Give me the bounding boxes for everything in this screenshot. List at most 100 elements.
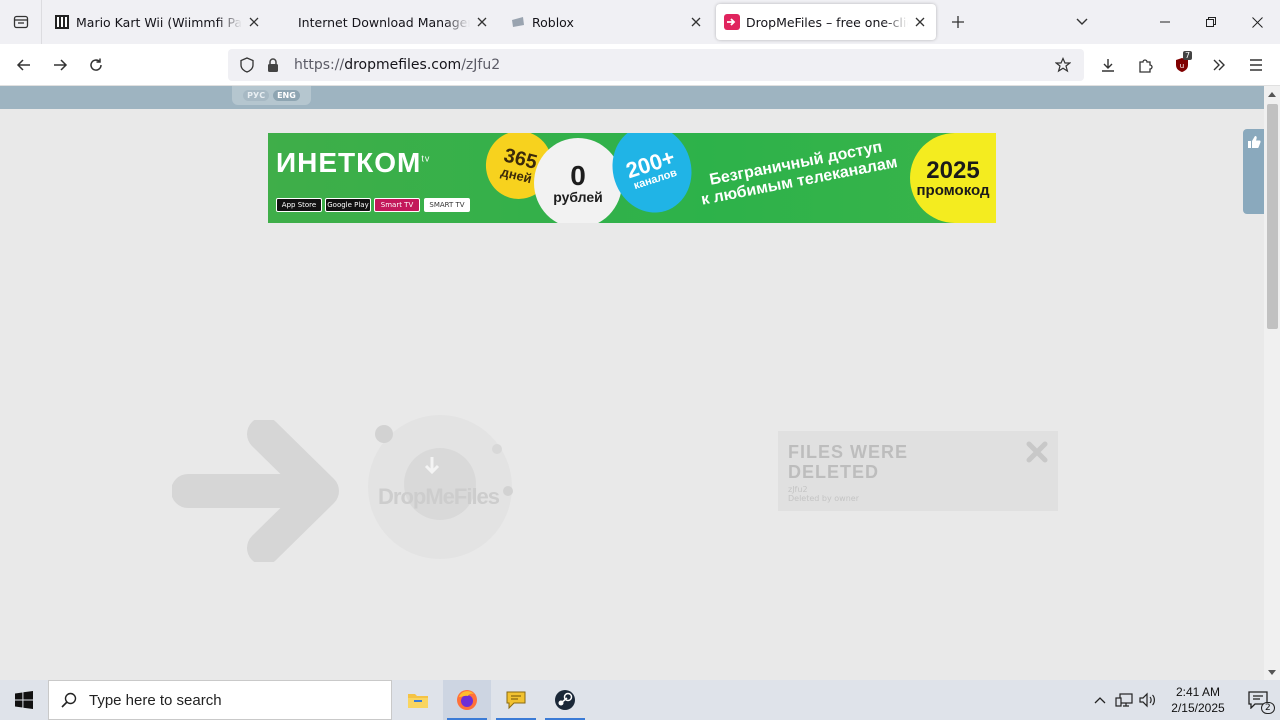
windows-logo-icon bbox=[15, 691, 33, 709]
address-bar[interactable]: https://dropmefiles.com/zJfu2 bbox=[228, 49, 1084, 81]
clock[interactable]: 2:41 AM 2/15/2025 bbox=[1160, 684, 1236, 716]
scrollbar-thumb[interactable] bbox=[1267, 104, 1278, 329]
more-tools-button[interactable] bbox=[1200, 49, 1237, 81]
back-button[interactable] bbox=[6, 49, 42, 81]
back-arrow-icon bbox=[16, 58, 30, 71]
scroll-up-arrow-icon[interactable] bbox=[1264, 86, 1280, 102]
tab-title: Internet Download Manager is a bbox=[298, 14, 470, 30]
banner-brand-name: ИНЕТКОМ bbox=[276, 147, 422, 178]
tab-strip: Mario Kart Wii (Wiimmfi Patche Internet … bbox=[0, 0, 1280, 44]
price-label: рублей bbox=[553, 189, 603, 205]
tab-roblox[interactable]: Roblox bbox=[502, 4, 712, 40]
notifications-button[interactable]: 2 bbox=[1236, 680, 1280, 720]
close-tab-icon[interactable] bbox=[474, 14, 490, 30]
ublock-origin-button[interactable]: u 7 bbox=[1163, 49, 1200, 81]
tab-mario-kart[interactable]: Mario Kart Wii (Wiimmfi Patche bbox=[46, 4, 270, 40]
logo-text-part-1: DropMe bbox=[378, 484, 455, 509]
steam-app[interactable] bbox=[541, 680, 589, 720]
banner-slogan: Безграничный доступ к любимым телеканала… bbox=[696, 136, 899, 210]
extension-badge: 7 bbox=[1183, 51, 1193, 60]
header-strip bbox=[0, 86, 1264, 109]
tracking-protection-shield-icon[interactable] bbox=[236, 54, 258, 76]
plus-icon bbox=[952, 16, 964, 28]
banner-brand: ИНЕТКОМtv bbox=[276, 147, 430, 179]
scroll-down-arrow-icon[interactable] bbox=[1264, 664, 1280, 680]
file-explorer-app[interactable] bbox=[394, 680, 442, 720]
tab-title: Mario Kart Wii (Wiimmfi Patche bbox=[76, 14, 242, 30]
price-circle: 0 рублей bbox=[534, 138, 622, 223]
tab-dropmefiles[interactable]: DropMeFiles – free one-click file bbox=[716, 4, 936, 40]
promo-badge: 2025 промокод bbox=[910, 133, 996, 223]
restore-button[interactable] bbox=[1188, 0, 1234, 44]
language-ru[interactable]: РУС bbox=[243, 90, 270, 101]
dropmefiles-icon bbox=[724, 14, 740, 30]
advertisement-banner[interactable]: ИНЕТКОМtv App Store Google Play Smart TV… bbox=[268, 133, 996, 223]
start-button[interactable] bbox=[0, 680, 48, 720]
minimize-icon bbox=[1160, 21, 1170, 23]
feedback-side-tab[interactable] bbox=[1243, 129, 1264, 214]
forward-button[interactable] bbox=[42, 49, 78, 81]
close-window-button[interactable] bbox=[1234, 0, 1280, 44]
roblox-icon bbox=[510, 14, 526, 30]
firefox-view-icon bbox=[13, 15, 28, 29]
language-en[interactable]: ENG bbox=[273, 90, 300, 101]
smart-tv-badge-alt: SMART TV bbox=[424, 198, 470, 212]
close-tab-icon[interactable] bbox=[246, 14, 262, 30]
arrow-right-icon bbox=[172, 420, 339, 562]
system-tray: 2:41 AM 2/15/2025 2 bbox=[1088, 680, 1280, 720]
steam-icon bbox=[555, 690, 575, 710]
downloads-button[interactable] bbox=[1089, 49, 1126, 81]
tab-internet-download-manager[interactable]: Internet Download Manager is a bbox=[274, 4, 498, 40]
chat-bubble-icon bbox=[506, 691, 526, 710]
chevron-up-icon bbox=[1094, 697, 1106, 704]
chevron-down-icon bbox=[1076, 18, 1088, 25]
language-switcher: РУС ENG bbox=[232, 86, 311, 105]
extensions-button[interactable] bbox=[1126, 49, 1163, 81]
close-icon[interactable] bbox=[1026, 441, 1048, 463]
page-content: РУС ENG ИНЕТКОМtv App Store Google Play … bbox=[0, 86, 1264, 680]
bookmark-star-icon[interactable] bbox=[1052, 54, 1074, 76]
url-text: https://dropmefiles.com/zJfu2 bbox=[294, 57, 500, 73]
new-tab-button[interactable] bbox=[940, 4, 976, 40]
search-placeholder: Type here to search bbox=[89, 691, 222, 709]
show-hidden-icons-button[interactable] bbox=[1088, 680, 1112, 720]
promo-label: промокод bbox=[916, 181, 990, 199]
taskbar-search-box[interactable]: Type here to search bbox=[48, 680, 392, 720]
close-tab-icon[interactable] bbox=[912, 14, 928, 30]
notice-reason: Deleted by owner bbox=[788, 494, 859, 503]
network-status-button[interactable] bbox=[1112, 680, 1136, 720]
smart-tv-badge: Smart TV bbox=[374, 198, 420, 212]
clock-date: 2/15/2025 bbox=[1171, 701, 1225, 715]
close-icon bbox=[1251, 16, 1263, 28]
list-all-tabs-button[interactable] bbox=[1064, 4, 1100, 40]
chat-app[interactable] bbox=[492, 680, 540, 720]
app-menu-button[interactable] bbox=[1237, 49, 1274, 81]
firefox-icon bbox=[457, 690, 477, 710]
tab-title: Roblox bbox=[532, 14, 574, 30]
double-chevron-right-icon bbox=[1213, 59, 1225, 71]
dropmefiles-logo-text: DropMeFiles bbox=[378, 484, 500, 510]
firefox-view-button[interactable] bbox=[0, 0, 42, 44]
firefox-app[interactable] bbox=[443, 680, 491, 720]
hamburger-icon bbox=[1249, 59, 1262, 71]
reload-icon bbox=[90, 58, 102, 71]
notification-count: 2 bbox=[1261, 702, 1275, 714]
navigation-bar: https://dropmefiles.com/zJfu2 u 7 bbox=[0, 44, 1280, 86]
lock-icon[interactable] bbox=[262, 54, 284, 76]
notice-title-line-1: FILES WERE bbox=[788, 442, 909, 462]
clock-time: 2:41 AM bbox=[1175, 684, 1221, 699]
wiimmfi-icon bbox=[54, 14, 70, 30]
reload-button[interactable] bbox=[78, 49, 114, 81]
close-tab-icon[interactable] bbox=[688, 14, 704, 30]
vertical-scrollbar[interactable] bbox=[1264, 86, 1280, 680]
thumbs-up-icon bbox=[1247, 136, 1261, 148]
network-icon bbox=[1115, 693, 1133, 707]
volume-button[interactable] bbox=[1136, 680, 1160, 720]
logo-text-part-2: Files bbox=[453, 484, 500, 509]
windows-taskbar: Type here to search 2:41 AM 2/15/2025 2 bbox=[0, 680, 1280, 720]
notice-title: FILES WERE DELETED bbox=[788, 442, 909, 483]
download-icon bbox=[1101, 59, 1114, 72]
forward-arrow-icon bbox=[54, 58, 68, 71]
speaker-icon bbox=[1139, 692, 1155, 708]
minimize-button[interactable] bbox=[1142, 0, 1188, 44]
